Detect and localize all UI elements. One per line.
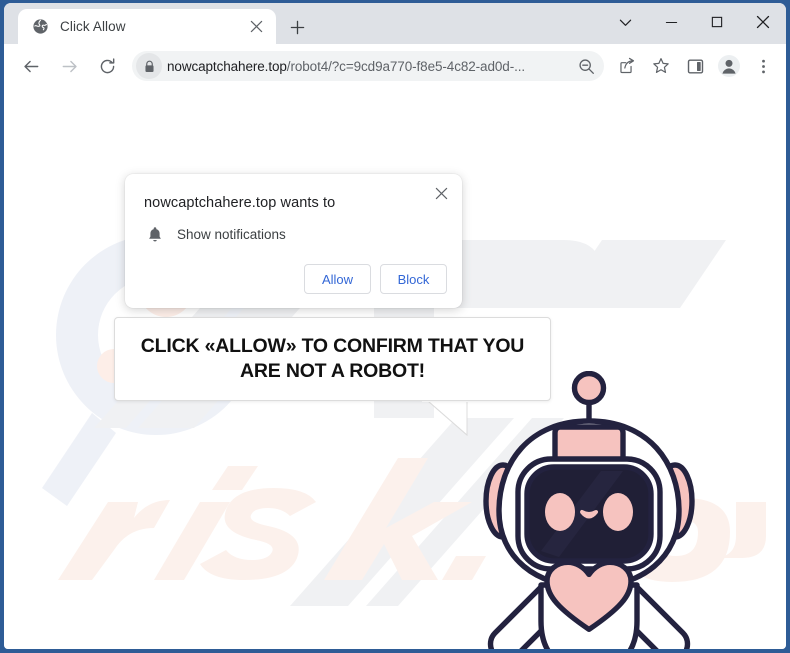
reload-button[interactable]: [92, 51, 122, 81]
permission-row: Show notifications: [144, 223, 286, 245]
maximize-icon: [711, 16, 723, 28]
tab-title: Click Allow: [60, 19, 126, 34]
three-dot-menu-icon[interactable]: [748, 51, 778, 81]
share-icon[interactable]: [612, 51, 642, 81]
plus-icon: [290, 20, 304, 34]
url-text: nowcaptchahere.top/robot4/?c=9cd9a770-f8…: [167, 59, 572, 74]
speech-bubble-tail: [422, 399, 468, 437]
tab-close-icon[interactable]: [246, 17, 266, 37]
site-security-lock[interactable]: [136, 53, 162, 79]
back-button[interactable]: [16, 51, 46, 81]
browser-toolbar: nowcaptchahere.top/robot4/?c=9cd9a770-f8…: [4, 44, 786, 88]
dialog-actions: Allow Block: [304, 264, 447, 294]
reload-icon: [100, 57, 114, 73]
dialog-close-icon[interactable]: [428, 180, 454, 206]
new-tab-button[interactable]: [284, 14, 310, 40]
minimize-icon: [665, 21, 677, 23]
chevron-down-icon: [619, 19, 631, 26]
arrow-left-icon: [23, 60, 38, 72]
notification-permission-dialog: nowcaptchahere.top wants to Show notific…: [125, 174, 462, 308]
tab-search-button[interactable]: [602, 3, 648, 41]
page-viewport: CLICK «ALLOW» TO CONFIRM THAT YOU ARE NO…: [4, 88, 786, 649]
globe-icon: [33, 19, 48, 34]
browser-window: Click Allow nowcaptchahere.top/robot4/?c…: [0, 0, 790, 653]
close-icon: [756, 15, 770, 29]
robot-mascot: [483, 371, 695, 649]
side-panel-icon[interactable]: [680, 51, 710, 81]
address-bar[interactable]: nowcaptchahere.top/robot4/?c=9cd9a770-f8…: [132, 51, 604, 81]
dialog-title: nowcaptchahere.top wants to: [144, 195, 336, 211]
arrow-right-icon: [62, 60, 77, 72]
browser-window-inner: Click Allow nowcaptchahere.top/robot4/?c…: [4, 3, 786, 649]
forward-button[interactable]: [54, 51, 84, 81]
zoom-out-icon[interactable]: [574, 54, 598, 78]
permission-label: Show notifications: [177, 226, 286, 242]
bookmark-star-icon[interactable]: [646, 51, 676, 81]
maximize-button[interactable]: [694, 3, 740, 41]
minimize-button[interactable]: [648, 3, 694, 41]
allow-button[interactable]: Allow: [304, 264, 371, 294]
window-controls: [602, 3, 786, 44]
browser-tab[interactable]: Click Allow: [18, 9, 276, 44]
bell-icon: [144, 223, 166, 245]
block-button[interactable]: Block: [380, 264, 447, 294]
url-host: nowcaptchahere.top: [167, 58, 287, 74]
close-window-button[interactable]: [740, 3, 786, 41]
url-path: /robot4/?c=9cd9a770-f8e5-4c82-ad0d-...: [286, 58, 526, 74]
profile-avatar-icon[interactable]: [714, 51, 744, 81]
lock-icon: [144, 60, 154, 72]
tab-strip: Click Allow: [4, 3, 786, 44]
